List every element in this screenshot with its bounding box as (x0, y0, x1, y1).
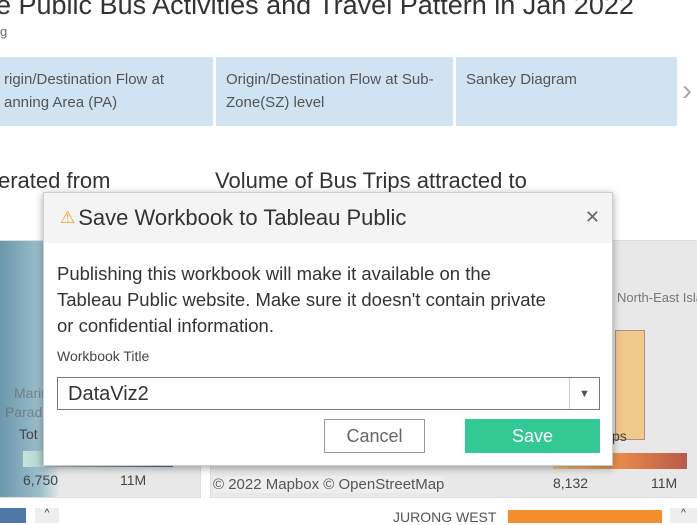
left-legend-title: Tot (19, 426, 38, 442)
left-legend-min: 6,750 (23, 472, 59, 488)
tab-label: rigin/Destination Flow at anning Area (P… (4, 71, 165, 111)
tab-sz-flow[interactable]: Origin/Destination Flow at Sub-Zone(SZ) … (216, 57, 453, 126)
dialog-title: Save Workbook to Tableau Public (78, 205, 407, 230)
right-legend-title: ps (612, 428, 627, 444)
chevron-down-icon[interactable]: ▼ (569, 378, 599, 409)
bar (0, 508, 26, 523)
save-button[interactable]: Save (465, 419, 600, 453)
warning-icon: ⚠ (60, 208, 76, 227)
map-label-north-east-islands: North-East Islands (617, 290, 697, 308)
page-title: e Public Bus Activities and Travel Patte… (0, 0, 634, 20)
dialog-message: Publishing this workbook will make it av… (57, 263, 546, 336)
right-heading: Volume of Bus Trips attracted to (215, 168, 527, 193)
cancel-button[interactable]: Cancel (324, 419, 425, 453)
right-legend-max: 11M (651, 475, 678, 491)
workbook-title-value[interactable]: DataViz2 (58, 378, 569, 409)
scroll-up-button[interactable]: ^ (670, 508, 697, 523)
bar (508, 510, 662, 523)
left-legend-max: 11M (120, 472, 147, 488)
chevron-right-icon[interactable]: › (682, 74, 692, 108)
page-subtitle: g (0, 24, 8, 39)
tab-label: Origin/Destination Flow at Sub-Zone(SZ) … (226, 71, 434, 111)
dialog-header: ⚠ Save Workbook to Tableau Public (44, 193, 612, 243)
scroll-up-button[interactable]: ^ (35, 508, 59, 523)
map-attribution[interactable]: © 2022 Mapbox © OpenStreetMap (213, 476, 445, 493)
tab-pa-flow[interactable]: rigin/Destination Flow at anning Area (P… (0, 57, 213, 126)
close-icon[interactable]: ✕ (585, 207, 600, 228)
tab-label: Sankey Diagram (466, 71, 577, 88)
workbook-title-label: Workbook Title (57, 348, 150, 364)
map-label-paradise: Parad (5, 404, 43, 420)
save-workbook-dialog: ⚠ Save Workbook to Tableau Public ✕ Publ… (43, 192, 613, 466)
workbook-title-input[interactable]: DataViz2 ▼ (57, 377, 600, 410)
right-legend-min: 8,132 (553, 475, 589, 491)
left-heading: erated from (0, 168, 111, 193)
tab-sankey[interactable]: Sankey Diagram (456, 57, 677, 126)
map-region (615, 330, 645, 440)
